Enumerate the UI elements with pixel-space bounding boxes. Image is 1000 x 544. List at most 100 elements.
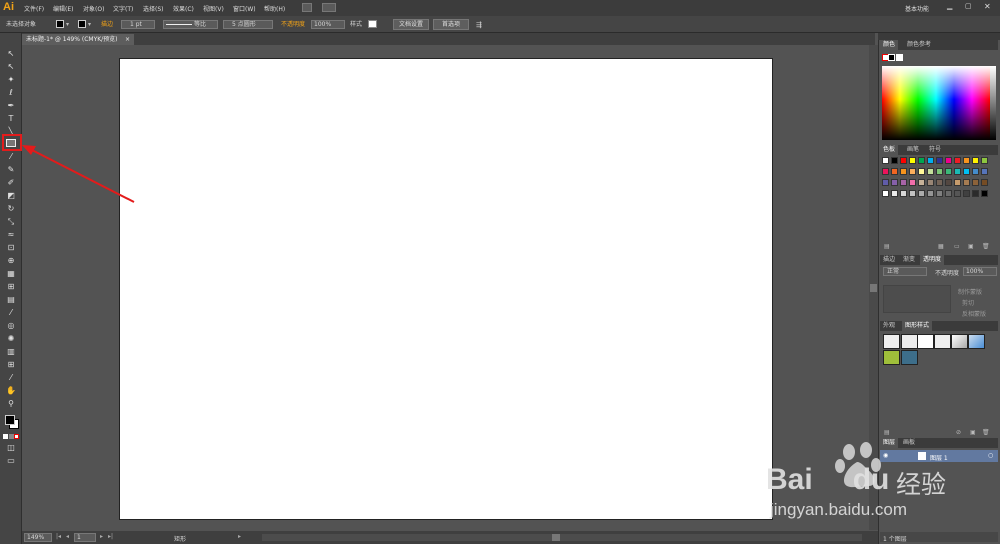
swatch[interactable] bbox=[963, 168, 970, 175]
transparency-opacity-field[interactable]: 100% bbox=[963, 267, 997, 276]
swatch[interactable] bbox=[927, 168, 934, 175]
hand-tool-icon[interactable]: ✋ bbox=[5, 386, 17, 396]
swatch[interactable] bbox=[936, 179, 943, 186]
graphic-style-none[interactable] bbox=[901, 334, 918, 349]
swatch[interactable] bbox=[909, 168, 916, 175]
swatch[interactable] bbox=[981, 179, 988, 186]
first-page-icon[interactable]: |◂ bbox=[56, 533, 61, 540]
tab-color-guide[interactable]: 颜色参考 bbox=[904, 40, 934, 50]
horizontal-scrollbar[interactable] bbox=[262, 534, 862, 541]
bridge-icon[interactable] bbox=[302, 3, 312, 12]
swatch[interactable] bbox=[927, 190, 934, 197]
swatch[interactable] bbox=[918, 168, 925, 175]
graphic-style-blue-texture[interactable] bbox=[901, 350, 918, 365]
swatch[interactable] bbox=[945, 168, 952, 175]
zoom-field[interactable]: 149% bbox=[24, 533, 52, 542]
make-mask-button[interactable]: 制作蒙版 bbox=[958, 287, 982, 296]
page-field[interactable]: 1 bbox=[74, 533, 96, 542]
swatch[interactable] bbox=[927, 157, 934, 164]
swatch[interactable] bbox=[900, 168, 907, 175]
opacity-field[interactable]: 100% bbox=[311, 20, 345, 29]
maximize-icon[interactable]: ▢ bbox=[965, 2, 972, 10]
artboard-tool-icon[interactable]: ⊞ bbox=[5, 360, 17, 370]
swatch[interactable] bbox=[963, 157, 970, 164]
color-mode-icon[interactable] bbox=[3, 434, 8, 439]
swatch[interactable] bbox=[981, 157, 988, 164]
document-setup-button[interactable]: 文档设置 bbox=[393, 19, 429, 30]
none-mode-icon[interactable] bbox=[14, 434, 19, 439]
swatch[interactable] bbox=[963, 179, 970, 186]
perspective-grid-tool-icon[interactable]: ▦ bbox=[5, 269, 17, 279]
swatch[interactable] bbox=[936, 157, 943, 164]
swatch[interactable] bbox=[882, 157, 889, 164]
new-style-icon[interactable]: ▣ bbox=[970, 429, 976, 436]
last-page-icon[interactable]: ▸| bbox=[108, 533, 113, 540]
tab-symbols[interactable]: 符号 bbox=[926, 145, 944, 155]
eyedropper-tool-icon[interactable]: ⁄ bbox=[5, 308, 17, 318]
break-link-icon[interactable]: ⊘ bbox=[956, 429, 961, 436]
next-page-icon[interactable]: ▸ bbox=[100, 533, 103, 540]
gray-ramp[interactable] bbox=[990, 66, 996, 140]
arrange-documents-icon[interactable] bbox=[322, 3, 336, 12]
hscroll-thumb[interactable] bbox=[552, 534, 560, 541]
swatch[interactable] bbox=[882, 190, 889, 197]
gradient-tool-icon[interactable]: ▤ bbox=[5, 295, 17, 305]
swatch[interactable] bbox=[954, 190, 961, 197]
new-swatch-icon[interactable]: ▣ bbox=[968, 243, 974, 250]
clip-checkbox-label[interactable]: 剪切 bbox=[962, 298, 974, 307]
tab-brushes[interactable]: 画笔 bbox=[904, 145, 922, 155]
swatch[interactable] bbox=[918, 157, 925, 164]
tab-gradient[interactable]: 渐变 bbox=[900, 255, 918, 265]
swatch[interactable] bbox=[918, 179, 925, 186]
graphic-style-green-texture[interactable] bbox=[883, 350, 900, 365]
color-spectrum[interactable] bbox=[882, 66, 990, 140]
warp-tool-icon[interactable]: ≈ bbox=[5, 230, 17, 240]
tab-color[interactable]: 颜色 bbox=[880, 40, 899, 50]
swatch[interactable] bbox=[900, 157, 907, 164]
scrollbar-thumb[interactable] bbox=[870, 284, 877, 292]
opacity-label[interactable]: 不透明度 bbox=[281, 20, 305, 30]
swatch[interactable] bbox=[900, 190, 907, 197]
prev-page-icon[interactable]: ◂ bbox=[66, 533, 69, 540]
swatch[interactable] bbox=[981, 190, 988, 197]
swatch[interactable] bbox=[882, 179, 889, 186]
menu-window[interactable]: 窗口(W) bbox=[233, 4, 256, 13]
delete-style-icon[interactable]: 🗑 bbox=[982, 429, 990, 436]
swatch[interactable] bbox=[882, 168, 889, 175]
swatch[interactable] bbox=[972, 190, 979, 197]
graphic-style-blue[interactable] bbox=[968, 334, 985, 349]
swatch[interactable] bbox=[945, 157, 952, 164]
swatch[interactable] bbox=[909, 157, 916, 164]
artboard[interactable] bbox=[119, 58, 773, 520]
swatch-library-icon[interactable]: ▤ bbox=[884, 243, 890, 250]
swatch[interactable] bbox=[972, 179, 979, 186]
swatch[interactable] bbox=[891, 168, 898, 175]
graphic-style-default[interactable] bbox=[883, 334, 900, 349]
arrange-icon[interactable]: ⇶ bbox=[476, 20, 482, 30]
swatch[interactable] bbox=[963, 190, 970, 197]
fill-color-indicator[interactable] bbox=[5, 415, 15, 425]
free-transform-tool-icon[interactable]: ⊡ bbox=[5, 243, 17, 253]
swatch[interactable] bbox=[954, 157, 961, 164]
show-kinds-icon[interactable]: ▦ bbox=[938, 243, 944, 250]
close-icon[interactable]: ✕ bbox=[984, 2, 991, 11]
swatch[interactable] bbox=[891, 179, 898, 186]
swatch[interactable] bbox=[891, 157, 898, 164]
mesh-tool-icon[interactable]: ⊞ bbox=[5, 282, 17, 292]
tab-transparency[interactable]: 透明度 bbox=[920, 255, 945, 265]
swatch[interactable] bbox=[900, 179, 907, 186]
swatch[interactable] bbox=[891, 190, 898, 197]
swatch[interactable] bbox=[909, 190, 916, 197]
graphic-style-white[interactable] bbox=[917, 334, 934, 349]
swatch[interactable] bbox=[918, 190, 925, 197]
symbol-sprayer-tool-icon[interactable]: ✺ bbox=[5, 334, 17, 344]
swatch[interactable] bbox=[936, 168, 943, 175]
style-library-icon[interactable]: ▤ bbox=[884, 429, 890, 436]
swatch[interactable] bbox=[909, 179, 916, 186]
column-graph-tool-icon[interactable]: ▥ bbox=[5, 347, 17, 357]
delete-swatch-icon[interactable]: 🗑 bbox=[982, 243, 990, 250]
swatch[interactable] bbox=[972, 168, 979, 175]
tab-graphic-styles[interactable]: 图形样式 bbox=[902, 321, 933, 331]
menu-help[interactable]: 帮助(H) bbox=[264, 4, 285, 13]
black-color-icon[interactable] bbox=[888, 54, 895, 61]
